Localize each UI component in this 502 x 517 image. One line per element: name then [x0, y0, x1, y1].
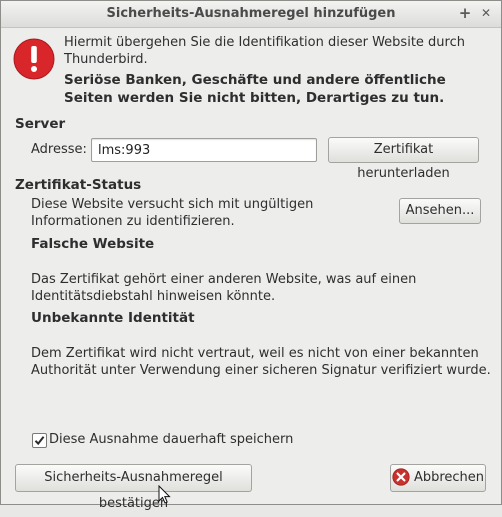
permanent-label[interactable]: Diese Ausnahme dauerhaft speichern [49, 432, 293, 447]
status-text: Diese Website versucht sich mit ungültig… [31, 197, 314, 229]
view-certificate-button[interactable]: Ansehen... [399, 198, 481, 224]
maximize-icon[interactable]: + [456, 4, 474, 22]
wrong-site-heading: Falsche Website [31, 236, 155, 252]
title-bar[interactable]: Sicherheits-Ausnahmeregel hinzufügen + ✕ [1, 1, 501, 28]
wrong-site-text: Das Zertifikat gehört einer anderen Webs… [31, 272, 417, 304]
server-heading: Server [15, 116, 66, 132]
window-title: Sicherheits-Ausnahmeregel hinzufügen [106, 6, 396, 21]
cancel-button[interactable]: Abbrechen [390, 464, 486, 492]
checkmark-icon [34, 436, 45, 446]
cancel-icon [392, 467, 410, 486]
cancel-label: Abbrechen [413, 470, 485, 485]
unknown-identity-text: Dem Zertifikat wird nicht vertraut, weil… [31, 346, 491, 378]
permanent-checkbox[interactable] [32, 433, 47, 448]
certificate-status-heading: Zertifikat-Status [15, 177, 142, 193]
mouse-cursor-icon [158, 485, 171, 504]
address-field[interactable] [91, 138, 317, 162]
warning-message: Hiermit übergehen Sie die Identifikation… [64, 35, 465, 67]
exception-dialog: Sicherheits-Ausnahmeregel hinzufügen + ✕… [0, 0, 502, 511]
download-certificate-button[interactable]: Zertifikat herunterladen [328, 137, 479, 181]
warning-icon [13, 38, 55, 80]
close-icon[interactable]: ✕ [477, 4, 495, 22]
address-label: Adresse: [31, 142, 87, 157]
unknown-identity-heading: Unbekannte Identität [31, 310, 195, 326]
warning-message-bold: Seriöse Banken, Geschäfte und andere öff… [64, 72, 446, 106]
address-input[interactable] [92, 139, 316, 161]
confirm-exception-button[interactable]: Sicherheits-Ausnahmeregel bestätigen [15, 464, 252, 511]
